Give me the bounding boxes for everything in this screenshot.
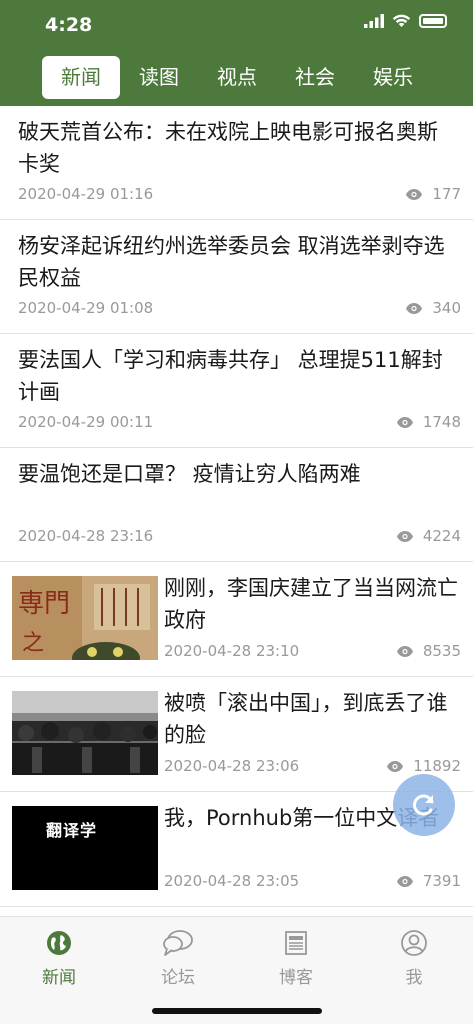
globe-icon <box>47 931 71 955</box>
article-date: 2020-04-28 23:05 <box>164 872 300 890</box>
wifi-icon <box>392 14 411 27</box>
eye-icon <box>396 645 413 657</box>
tab-news[interactable]: 新闻 <box>42 56 120 99</box>
view-count-value: 1748 <box>422 413 461 431</box>
svg-text:専門: 専門 <box>18 589 70 619</box>
thumbnail-logo: 翻译学 <box>46 817 97 841</box>
tab-pictures[interactable]: 读图 <box>120 56 198 99</box>
view-count: 340 <box>406 299 461 317</box>
view-count-value: 8535 <box>422 642 461 660</box>
eye-icon <box>406 188 423 200</box>
view-count: 7391 <box>396 872 461 890</box>
person-icon <box>401 930 427 956</box>
article-date: 2020-04-29 01:16 <box>18 185 154 203</box>
view-count-value: 4224 <box>422 527 461 545</box>
chat-bubbles-icon <box>163 930 193 956</box>
thumbnail-logo-text: 翻译学 <box>46 821 98 840</box>
article-thumbnail: 専門 之 <box>12 576 158 660</box>
home-indicator[interactable] <box>152 1008 322 1014</box>
eye-icon <box>396 416 413 428</box>
article-title: 破天荒首公布：未在戏院上映电影可报名奥斯卡奖 <box>18 120 438 176</box>
article-title: 刚刚，李国庆建立了当当网流亡政府 <box>164 576 458 632</box>
article-title: 要法国人「学习和病毒共存」 总理提511解封计画 <box>18 348 443 404</box>
view-count: 11892 <box>387 757 461 775</box>
view-count: 8535 <box>396 642 461 660</box>
tab-society[interactable]: 社会 <box>276 56 354 99</box>
view-count-value: 177 <box>432 185 461 203</box>
category-tabs: 新闻 读图 视点 社会 娱乐 <box>42 56 432 99</box>
eye-icon <box>396 530 413 542</box>
view-count-value: 7391 <box>422 872 461 890</box>
refresh-button[interactable] <box>393 774 455 836</box>
svg-text:之: 之 <box>22 631 44 656</box>
article-title: 杨安泽起诉纽约州选举委员会 取消选举剥夺选民权益 <box>18 234 445 290</box>
battery-icon <box>419 14 447 28</box>
eye-icon <box>396 875 413 887</box>
bottom-tab-label: 论坛 <box>161 968 195 988</box>
bottom-tab-me[interactable]: 我 <box>369 929 459 988</box>
article-date: 2020-04-28 23:10 <box>164 642 300 660</box>
article-title: 要温饱还是口罩？ 疫情让穷人陷两难 <box>18 462 361 486</box>
article-date: 2020-04-28 23:06 <box>164 757 300 775</box>
view-count: 4224 <box>396 527 461 545</box>
article-thumbnail <box>12 691 158 775</box>
eye-icon <box>406 302 423 314</box>
article-date: 2020-04-29 00:11 <box>18 413 154 431</box>
article-date: 2020-04-28 23:16 <box>18 527 154 545</box>
article-item[interactable]: 杨安泽起诉纽约州选举委员会 取消选举剥夺选民权益 2020-04-29 01:0… <box>0 220 473 334</box>
view-count-value: 340 <box>432 299 461 317</box>
bottom-tab-label: 新闻 <box>42 968 76 988</box>
bottom-tab-forum[interactable]: 论坛 <box>133 929 223 988</box>
view-count: 1748 <box>396 413 461 431</box>
article-date: 2020-04-29 01:08 <box>18 299 154 317</box>
article-item[interactable]: 要法国人「学习和病毒共存」 总理提511解封计画 2020-04-29 00:1… <box>0 334 473 448</box>
article-item[interactable]: 要温饱还是口罩？ 疫情让穷人陷两难 2020-04-28 23:16 4224 <box>0 448 473 562</box>
bottom-tab-label: 博客 <box>279 968 313 988</box>
signal-icon <box>364 14 384 28</box>
newspaper-icon <box>285 931 307 955</box>
article-item[interactable]: 専門 之 刚刚，李国庆建立了当当网流亡政府 2020-04-28 23:10 8… <box>0 562 473 677</box>
eye-icon <box>387 760 404 772</box>
article-item[interactable]: 被喷「滚出中国」，到底丢了谁的脸 2020-04-28 23:06 11892 <box>0 677 473 792</box>
view-count-value: 11892 <box>413 757 461 775</box>
tab-viewpoint[interactable]: 视点 <box>198 56 276 99</box>
article-thumbnail: 翻译学 <box>12 806 158 890</box>
bottom-tab-blog[interactable]: 博客 <box>251 929 341 988</box>
top-header: 4:28 新闻 读图 视点 社会 娱乐 <box>0 0 473 106</box>
refresh-icon <box>413 794 434 816</box>
status-time: 4:28 <box>45 14 93 36</box>
tab-entertainment[interactable]: 娱乐 <box>354 56 432 99</box>
article-item[interactable]: 破天荒首公布：未在戏院上映电影可报名奥斯卡奖 2020-04-29 01:16 … <box>0 106 473 220</box>
view-count: 177 <box>406 185 461 203</box>
bottom-tab-label: 我 <box>405 968 423 988</box>
article-title: 被喷「滚出中国」，到底丢了谁的脸 <box>164 691 448 747</box>
bottom-tab-news[interactable]: 新闻 <box>14 929 104 988</box>
status-icons <box>364 14 447 28</box>
